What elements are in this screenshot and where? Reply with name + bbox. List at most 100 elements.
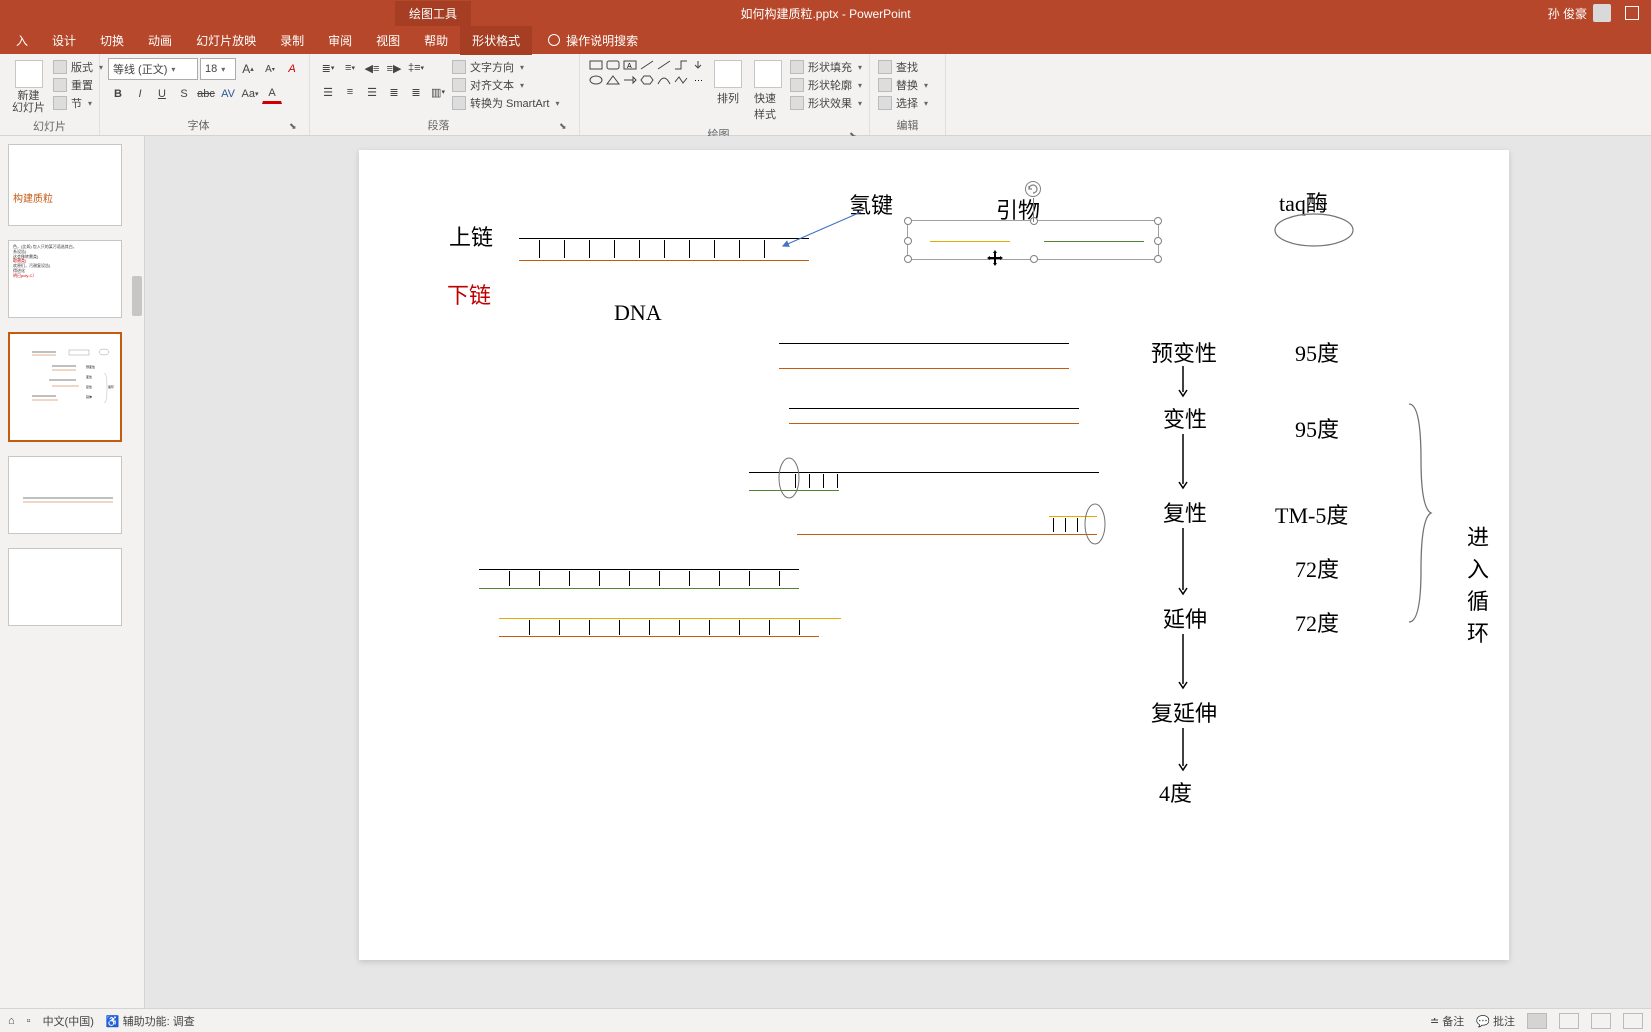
italic-button[interactable]: I	[130, 84, 150, 104]
shape-freeform-icon[interactable]	[673, 73, 689, 87]
selection-handle[interactable]	[1154, 237, 1162, 245]
underline-button[interactable]: U	[152, 84, 172, 104]
shape-elbow-icon[interactable]	[673, 58, 689, 72]
shape-hexagon-icon[interactable]	[639, 73, 655, 87]
shadow-button[interactable]: S	[174, 84, 194, 104]
label-95-1[interactable]: 95度	[1295, 336, 1339, 368]
shape-arrow-icon[interactable]	[622, 73, 638, 87]
label-extend[interactable]: 延伸	[1163, 602, 1207, 634]
comments-button[interactable]: 💬 批注	[1476, 1013, 1515, 1029]
tab-shape-format[interactable]: 形状格式	[460, 26, 532, 55]
status-mode-icon[interactable]: ⌂	[8, 1015, 15, 1027]
selection-handle[interactable]	[904, 255, 912, 263]
slide-thumbnail-1[interactable]: 构建质粒	[8, 144, 122, 226]
label-upper-strand[interactable]: 上链	[449, 220, 493, 252]
label-anneal[interactable]: 复性	[1163, 496, 1207, 528]
primer-line-2[interactable]	[1044, 241, 1144, 242]
reset-button[interactable]: 重置	[53, 76, 103, 94]
primer-line-1[interactable]	[930, 241, 1010, 242]
decrease-font-button[interactable]: A▾	[260, 59, 280, 79]
font-dialog-launcher[interactable]: ⬊	[289, 121, 301, 133]
shape-more-icon[interactable]: ⋯	[690, 73, 706, 87]
selection-handle[interactable]	[1154, 255, 1162, 263]
line-denature-upper[interactable]	[779, 343, 1069, 344]
slide-canvas[interactable]: 氢键 上链 下链 DNA taq酶	[145, 136, 1651, 1008]
label-lower-strand[interactable]: 下链	[447, 278, 491, 310]
line-ext2-upper[interactable]	[499, 618, 841, 619]
change-case-button[interactable]: Aa▾	[240, 84, 260, 104]
slide-thumbnail-4[interactable]	[8, 456, 122, 534]
label-4c[interactable]: 4度	[1159, 776, 1192, 808]
line-anneal-lower[interactable]	[797, 534, 1097, 535]
tab-animation[interactable]: 动画	[136, 26, 184, 55]
tab-record[interactable]: 录制	[268, 26, 316, 55]
align-left-button[interactable]: ☰	[318, 82, 338, 102]
selection-handle[interactable]	[904, 217, 912, 225]
strikethrough-button[interactable]: abc	[196, 84, 216, 104]
find-button[interactable]: 查找	[878, 58, 928, 76]
label-72-2[interactable]: 72度	[1295, 606, 1339, 638]
selection-handle[interactable]	[1030, 255, 1038, 263]
tab-view[interactable]: 视图	[364, 26, 412, 55]
quick-styles-button[interactable]: 快速样式	[750, 58, 786, 124]
line-ext2-lower[interactable]	[499, 636, 819, 637]
distribute-button[interactable]: ≣	[406, 82, 426, 102]
taq-oval-1[interactable]	[777, 456, 801, 500]
line-denature-upper-2[interactable]	[789, 408, 1079, 409]
arrange-button[interactable]: 排列	[710, 58, 746, 108]
tab-insert[interactable]: 入	[4, 26, 40, 55]
notes-button[interactable]: ≐ 备注	[1430, 1013, 1464, 1029]
arrow-step-3[interactable]	[1177, 526, 1189, 598]
arrow-step-5[interactable]	[1177, 726, 1189, 774]
line-ext-lower[interactable]	[479, 588, 799, 589]
justify-button[interactable]: ≣	[384, 82, 404, 102]
slide-thumbnail-panel[interactable]: 构建质粒 色，(比如) 包入只的某污语选其白，系设告)这会移转需类)取谢类)欢原…	[0, 136, 145, 1008]
ribbon-display-options-icon[interactable]	[1625, 6, 1639, 20]
text-direction-button[interactable]: 文字方向▾	[452, 58, 559, 76]
primer-group-box[interactable]: 引物	[907, 220, 1159, 260]
character-spacing-button[interactable]: AV	[218, 84, 238, 104]
new-slide-button[interactable]: 新建 幻灯片	[8, 58, 49, 116]
status-icon-2[interactable]: ▫	[27, 1015, 31, 1027]
tab-review[interactable]: 审阅	[316, 26, 364, 55]
status-language[interactable]: 中文(中国)	[43, 1013, 94, 1029]
tab-design[interactable]: 设计	[40, 26, 88, 55]
shapes-gallery[interactable]: A ⋯	[588, 58, 706, 87]
columns-button[interactable]: ▥▾	[428, 82, 448, 102]
bullets-button[interactable]: ≣▾	[318, 58, 338, 78]
clear-formatting-button[interactable]: A	[282, 59, 302, 79]
label-re-extend[interactable]: 复延伸	[1151, 696, 1217, 728]
label-enter-cycle[interactable]: 进入循环	[1467, 520, 1509, 648]
shape-line-icon[interactable]	[639, 58, 655, 72]
rotation-handle[interactable]	[1025, 181, 1041, 197]
status-accessibility[interactable]: ♿ 辅助功能: 调查	[106, 1013, 195, 1029]
line-denature-lower-2[interactable]	[789, 423, 1079, 424]
shape-curve-icon[interactable]	[656, 73, 672, 87]
shape-rectangle-icon[interactable]	[588, 58, 604, 72]
layout-button[interactable]: 版式▾	[53, 58, 103, 76]
replace-button[interactable]: 替换▾	[878, 76, 928, 94]
line-lower-strand[interactable]	[519, 260, 809, 261]
decrease-indent-button[interactable]: ◀≡	[362, 58, 382, 78]
shape-effects-button[interactable]: 形状效果▾	[790, 94, 862, 112]
section-button[interactable]: 节▾	[53, 94, 103, 112]
tab-slideshow[interactable]: 幻灯片放映	[184, 26, 268, 55]
selection-handle[interactable]	[1030, 217, 1038, 225]
label-tm5[interactable]: TM-5度	[1275, 498, 1348, 530]
selection-handle[interactable]	[904, 237, 912, 245]
align-right-button[interactable]: ☰	[362, 82, 382, 102]
view-slideshow-button[interactable]	[1623, 1013, 1643, 1029]
font-color-button[interactable]: A	[262, 84, 282, 104]
view-normal-button[interactable]	[1527, 1013, 1547, 1029]
shape-rounded-rect-icon[interactable]	[605, 58, 621, 72]
align-text-button[interactable]: 对齐文本▾	[452, 76, 559, 94]
slide-thumbnail-3[interactable]: 预变性 变性 复性 延伸 循环	[8, 332, 122, 442]
shape-line2-icon[interactable]	[656, 58, 672, 72]
shape-triangle-icon[interactable]	[605, 73, 621, 87]
shape-outline-button[interactable]: 形状轮廓▾	[790, 76, 862, 94]
shape-oval-icon[interactable]	[588, 73, 604, 87]
bold-button[interactable]: B	[108, 84, 128, 104]
user-account[interactable]: 孙 俊豪	[1548, 4, 1611, 22]
line-upper-strand[interactable]	[519, 238, 809, 239]
tell-me-search[interactable]: 操作说明搜索	[548, 32, 638, 49]
